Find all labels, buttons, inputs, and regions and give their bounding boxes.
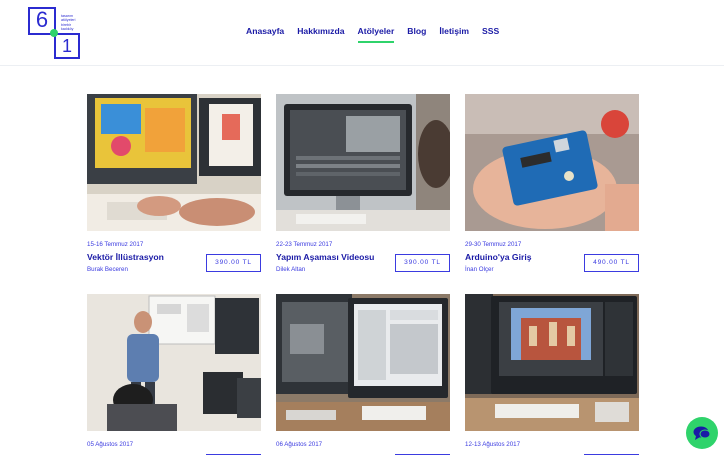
logo-dot bbox=[50, 29, 58, 37]
chat-bubble-icon bbox=[693, 426, 711, 440]
nav-item-hakkimizda[interactable]: Hakkımızda bbox=[297, 26, 344, 43]
video-editing-monitor-photo[interactable] bbox=[276, 94, 450, 231]
logo-tagline: tasarım atölyeleri birebir kadıköy bbox=[61, 14, 76, 31]
nav-item-anasayfa[interactable]: Anasayfa bbox=[246, 26, 284, 43]
workshop-instructor: İnan Olçer bbox=[465, 266, 494, 273]
workshop-instructor: Burak Beceren bbox=[87, 266, 128, 273]
brand-logo[interactable]: 6 1 tasarım atölyeleri birebir kadıköy bbox=[28, 7, 80, 59]
workshop-date: 29-30 Temmuz 2017 bbox=[465, 241, 522, 248]
workshop-instructor: Dilek Altan bbox=[276, 266, 306, 273]
workshop-date: 05 Ağustos 2017 bbox=[87, 441, 134, 448]
workshop-title[interactable]: Arduino'ya Giriş bbox=[465, 252, 532, 262]
arduino-board-hand-photo[interactable] bbox=[465, 94, 639, 231]
nav-item-sss[interactable]: SSS bbox=[482, 26, 499, 43]
photo-retouch-monitor-photo[interactable] bbox=[465, 294, 639, 431]
price-button[interactable]: 390.00 TL bbox=[206, 254, 261, 272]
workshop-date: 22-23 Temmuz 2017 bbox=[276, 241, 333, 248]
nav-item-iletisim[interactable]: İletişim bbox=[439, 26, 469, 43]
site-header: 6 1 tasarım atölyeleri birebir kadıköy A… bbox=[0, 0, 724, 66]
nav-item-blog[interactable]: Blog bbox=[407, 26, 426, 43]
illustration-monitors-photo[interactable] bbox=[87, 94, 261, 231]
workshop-date: 15-16 Temmuz 2017 bbox=[87, 241, 144, 248]
workshop-date: 12-13 Ağustos 2017 bbox=[465, 441, 521, 448]
chat-button[interactable] bbox=[686, 417, 718, 449]
presenter-classroom-photo[interactable] bbox=[87, 294, 261, 431]
editing-software-monitors-photo[interactable] bbox=[276, 294, 450, 431]
logo-digit-bottom: 1 bbox=[54, 33, 80, 59]
workshop-date: 06 Ağustos 2017 bbox=[276, 441, 323, 448]
main-nav: Anasayfa Hakkımızda Atölyeler Blog İleti… bbox=[246, 26, 512, 43]
price-button[interactable]: 390.00 TL bbox=[395, 254, 450, 272]
price-button[interactable]: 490.00 TL bbox=[584, 254, 639, 272]
nav-item-atolyeler[interactable]: Atölyeler bbox=[357, 26, 395, 43]
workshop-title[interactable]: Yapım Aşaması Videosu bbox=[276, 252, 374, 262]
workshop-title[interactable]: Vektör İllüstrasyon bbox=[87, 252, 164, 262]
